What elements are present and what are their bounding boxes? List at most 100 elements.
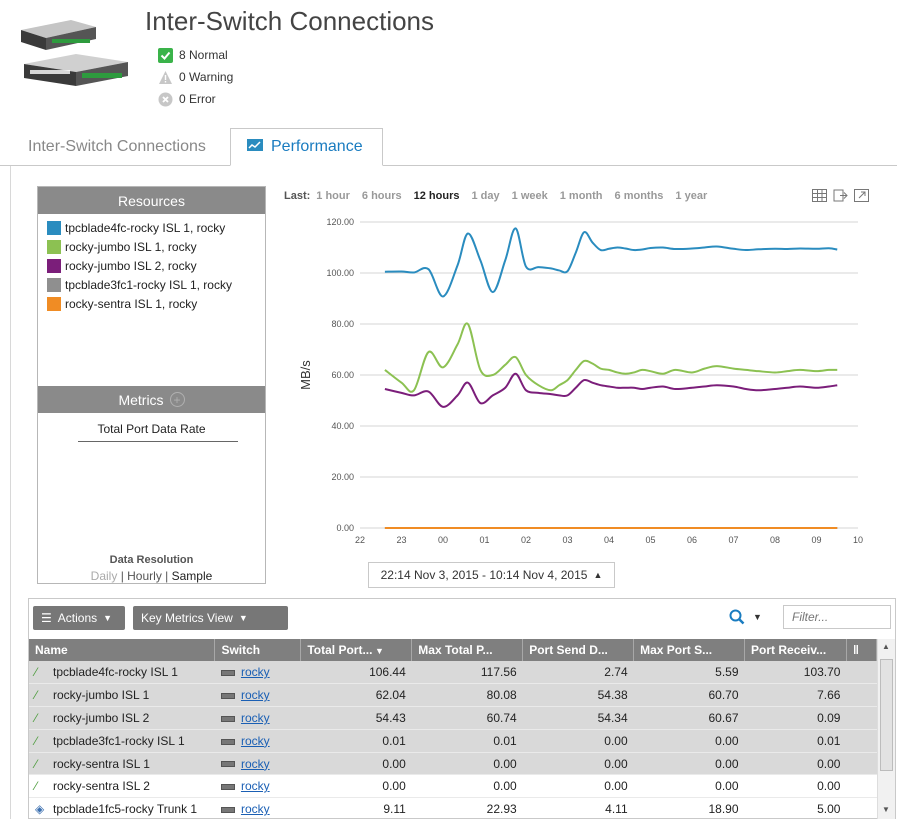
resource-item[interactable]: rocky-jumbo ISL 2, rocky (47, 256, 265, 275)
key-metrics-view-button[interactable]: Key Metrics View ▼ (133, 606, 288, 630)
performance-chart: 0.00 20.00 40.00 60.00 80.00 100.00 120.00 22 23… (298, 217, 863, 545)
scroll-down-icon[interactable]: ▼ (882, 805, 890, 814)
cell-name: ⁄ rocky-sentra ISL 2 (29, 774, 215, 799)
export-icon[interactable] (833, 189, 848, 202)
time-range-1-hour[interactable]: 1 hour (316, 190, 350, 202)
switch-link[interactable]: rocky (241, 757, 270, 771)
column-header-total-port[interactable]: Total Port... ▼ (300, 639, 413, 661)
x-tick-label: 06 (687, 535, 697, 545)
cell-value: 106.44 (300, 661, 412, 685)
cell-name: ◈ tpcblade1fc5-rocky Trunk 1 (29, 797, 215, 819)
column-header-switch[interactable]: Switch (214, 639, 302, 661)
caret-up-icon: ▲ (593, 570, 603, 580)
table-row[interactable]: ⁄ tpcblade3fc1-rocky ISL 1 rocky 0.01 0.01 0.… (29, 729, 877, 753)
time-range-1-year[interactable]: 1 year (675, 190, 707, 202)
column-header-max-port-send[interactable]: Max Port S... (633, 639, 746, 661)
switch-icon (220, 715, 235, 722)
time-range-1-month[interactable]: 1 month (560, 190, 603, 202)
resource-item[interactable]: rocky-jumbo ISL 1, rocky (47, 237, 265, 256)
filter-input[interactable] (783, 605, 891, 629)
switch-link[interactable]: rocky (241, 734, 270, 748)
add-metric-icon[interactable]: + (169, 392, 185, 407)
status-warning-label: 0 Warning (179, 70, 234, 84)
resources-list: tpcblade4fc-rocky ISL 1, rocky rocky-jum… (38, 214, 265, 313)
scrollbar-thumb[interactable] (880, 659, 893, 771)
switch-icon (220, 761, 235, 768)
table-row[interactable]: ◈ tpcblade1fc5-rocky Trunk 1 rocky 9.11 22.9… (29, 797, 877, 819)
cell-name: ⁄ rocky-sentra ISL 1 (29, 752, 215, 776)
x-tick-label: 09 (811, 535, 821, 545)
resolution-sample[interactable]: Sample (172, 569, 213, 583)
cell-empty (846, 706, 877, 730)
isl-icon: ⁄ (35, 733, 38, 748)
time-range-1-day[interactable]: 1 day (472, 190, 500, 202)
time-range-6-months[interactable]: 6 months (615, 190, 664, 202)
switch-link[interactable]: rocky (241, 665, 270, 679)
tab-inter-switch-connections-label: Inter-Switch Connections (28, 138, 206, 155)
column-header-name[interactable]: Name (29, 639, 216, 661)
chevron-down-icon: ▼ (238, 613, 248, 623)
status-error[interactable]: 0 Error (158, 90, 216, 108)
table-row[interactable]: ⁄ rocky-jumbo ISL 2 rocky 54.43 60.74 54.34 60… (29, 706, 877, 730)
column-header-port-send[interactable]: Port Send D... (522, 639, 635, 661)
series-line (384, 322, 838, 393)
x-tick-label: 04 (604, 535, 614, 545)
data-resolution-title: Data Resolution (109, 554, 194, 566)
legend-swatch (47, 258, 61, 273)
x-tick-label: 00 (438, 535, 448, 545)
switch-link[interactable]: rocky (241, 711, 270, 725)
column-header-port-receive[interactable]: Port Receiv... (744, 639, 847, 661)
cell-name: ⁄ tpcblade3fc1-rocky ISL 1 (29, 729, 215, 753)
resources-title: Resources (118, 192, 185, 209)
cell-empty (846, 661, 877, 685)
resource-item[interactable]: tpcblade3fc1-rocky ISL 1, rocky (47, 275, 265, 294)
switch-link[interactable]: rocky (241, 802, 270, 816)
resource-label: rocky-jumbo ISL 2, rocky (65, 258, 197, 273)
cell-value: 4.11 (522, 797, 634, 819)
actions-button[interactable]: ☰ Actions ▼ (33, 606, 125, 630)
cell-value: 0.00 (300, 774, 412, 799)
cell-empty (846, 729, 877, 753)
tab-inter-switch-connections[interactable]: Inter-Switch Connections (10, 128, 224, 166)
time-range-1-week[interactable]: 1 week (512, 190, 548, 202)
switch-link[interactable]: rocky (241, 779, 270, 793)
switch-icon (220, 738, 235, 745)
y-tick-label: 20.00 (331, 472, 354, 482)
table-row[interactable]: ⁄ tpcblade4fc-rocky ISL 1 rocky 106.44 117.5… (29, 661, 877, 685)
table-scrollbar[interactable]: ▲ ▼ (877, 639, 895, 819)
cell-value: 0.00 (633, 729, 745, 753)
table-row[interactable]: ⁄ rocky-jumbo ISL 1 rocky 62.04 80.08 54.38 60… (29, 683, 877, 708)
cell-value: 0.00 (633, 752, 745, 776)
x-tick-label: 07 (728, 535, 738, 545)
switch-icon (220, 669, 235, 676)
column-header-max-total[interactable]: Max Total P... (411, 639, 524, 661)
resource-item[interactable]: tpcblade4fc-rocky ISL 1, rocky (47, 218, 265, 237)
sort-desc-icon: ▼ (372, 646, 384, 656)
table-row[interactable]: ⁄ rocky-sentra ISL 1 rocky 0.00 0.00 0.00 0.00… (29, 752, 877, 776)
scroll-up-icon[interactable]: ▲ (882, 642, 890, 651)
status-normal[interactable]: 8 Normal (158, 46, 228, 64)
column-chooser[interactable]: ‖ (846, 639, 878, 661)
status-warning[interactable]: 0 Warning (158, 68, 233, 86)
resolution-daily[interactable]: Daily (91, 569, 118, 583)
metric-item[interactable]: Total Port Data Rate (38, 422, 265, 436)
resource-item[interactable]: rocky-sentra ISL 1, rocky (47, 294, 265, 313)
time-range-6-hours[interactable]: 6 hours (362, 190, 402, 202)
resolution-hourly[interactable]: Hourly (127, 569, 162, 583)
switch-image-icon (21, 20, 128, 86)
time-range-12-hours[interactable]: 12 hours (414, 190, 460, 202)
date-range-selector[interactable]: 22:14 Nov 3, 2015 - 10:14 Nov 4, 2015 ▲ (368, 562, 615, 588)
cell-value: 103.70 (744, 661, 847, 685)
connections-table: Name Switch Total Port... ▼ Max Total P.… (29, 639, 878, 819)
cell-value: 0.00 (744, 752, 847, 776)
cell-value: 0.09 (744, 706, 847, 730)
table-view-icon[interactable] (812, 189, 827, 202)
switch-icon (220, 784, 235, 791)
cell-value: 22.93 (411, 797, 523, 819)
switch-link[interactable]: rocky (241, 688, 270, 702)
tab-performance[interactable]: Performance (230, 128, 383, 166)
search-button[interactable]: ▼ (729, 609, 762, 625)
open-window-icon[interactable] (854, 189, 869, 202)
table-row[interactable]: ⁄ rocky-sentra ISL 2 rocky 0.00 0.00 0.00 0.00… (29, 774, 877, 799)
cell-value: 7.66 (744, 683, 847, 708)
